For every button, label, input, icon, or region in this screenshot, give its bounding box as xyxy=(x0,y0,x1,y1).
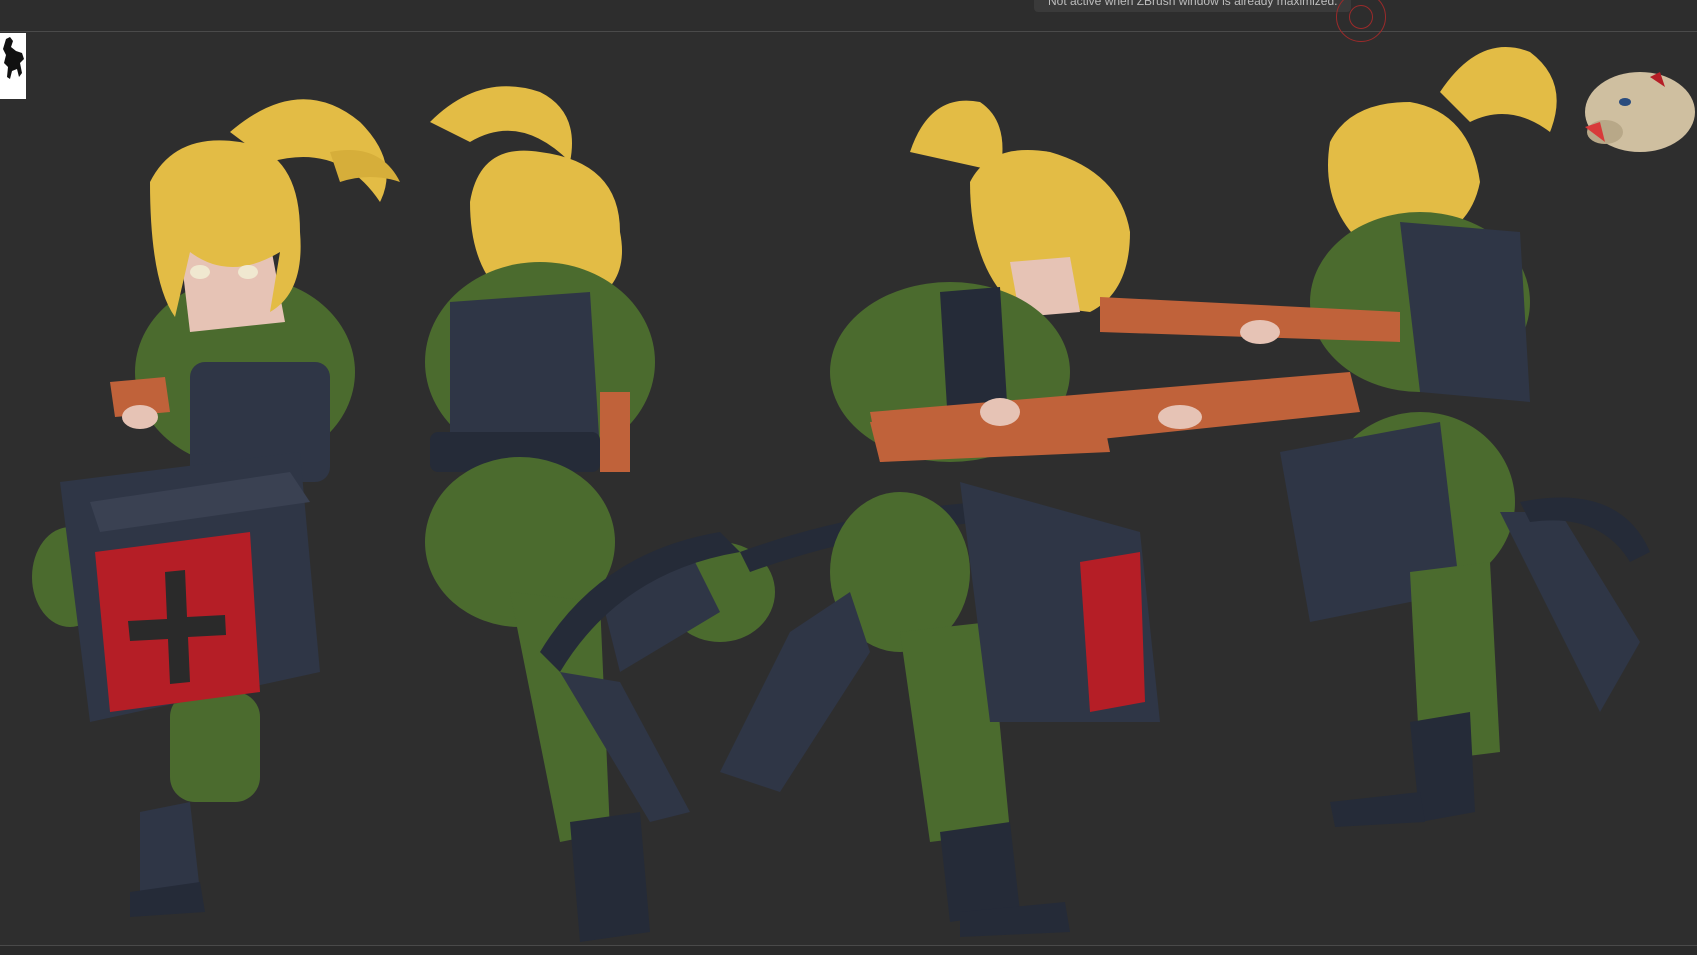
figure-front-view xyxy=(32,99,400,917)
figure-side-view xyxy=(720,100,1360,937)
boar-head-icon[interactable] xyxy=(1585,72,1695,152)
3d-viewport[interactable] xyxy=(0,32,1697,945)
top-toolbar xyxy=(0,0,1697,32)
figure-three-quarter-view xyxy=(1100,47,1650,827)
figure-back-view xyxy=(425,86,775,942)
maximize-tooltip: Not active when ZBrush window is already… xyxy=(1034,0,1352,12)
